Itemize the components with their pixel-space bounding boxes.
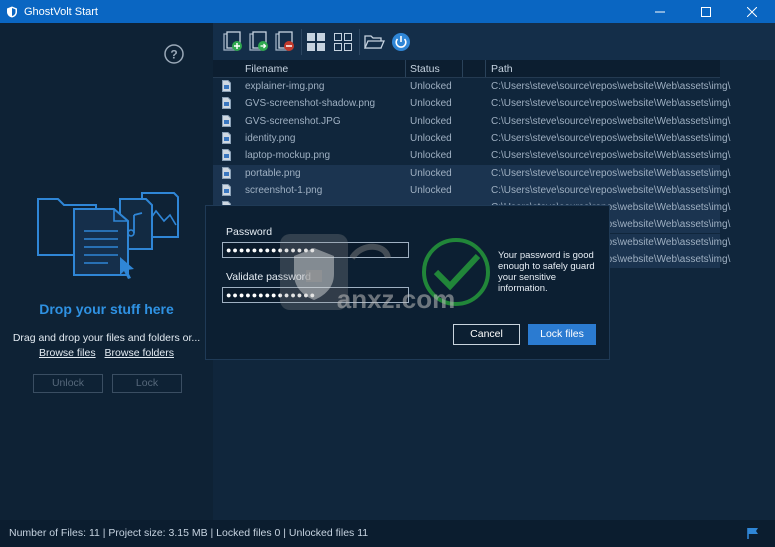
window-title: GhostVolt Start	[24, 5, 98, 18]
flag-icon[interactable]	[747, 527, 759, 539]
maximize-icon	[701, 6, 711, 17]
file-path: C:\Users\steve\source\repos\website\Web\…	[491, 150, 731, 162]
add-folder-icon[interactable]	[248, 31, 270, 53]
close-icon	[747, 6, 757, 17]
browse-folders-link[interactable]: Browse folders	[105, 347, 174, 359]
toolbar-separator	[359, 29, 360, 55]
small-grid-icon[interactable]	[332, 31, 354, 53]
column-divider[interactable]	[462, 60, 463, 77]
file-icon	[222, 166, 231, 179]
watermark: anxz.com	[280, 234, 490, 313]
browse-links: Browse files Browse folders	[0, 347, 213, 359]
file-name: GVS-screenshot-shadow.png	[245, 98, 376, 110]
minimize-button[interactable]	[637, 0, 683, 23]
add-files-icon[interactable]	[222, 31, 244, 53]
toolbar-separator	[301, 29, 302, 55]
file-status: Unlocked	[410, 167, 452, 179]
ghostvolt-logo-icon	[7, 6, 17, 17]
close-button[interactable]	[729, 0, 775, 23]
power-icon[interactable]	[390, 31, 412, 53]
drop-description: Drag and drop your files and folders or.…	[12, 332, 201, 344]
status-bar: Number of Files: 11 | Project size: 3.15…	[0, 520, 775, 547]
table-row[interactable]: explainer-img.png Unlocked C:\Users\steve\…	[213, 78, 730, 95]
file-status: Unlocked	[410, 150, 452, 162]
unlock-button[interactable]: Unlock	[33, 374, 103, 393]
drop-panel[interactable]: ? Drop your stuff here Drag and drop you…	[0, 23, 213, 520]
file-list-header: Filename Status Path	[213, 60, 720, 78]
status-text: Number of Files: 11 | Project size: 3.15…	[9, 527, 369, 539]
file-icon	[222, 131, 231, 144]
file-path: C:\Users\steve\source\repos\website\Web\…	[491, 98, 731, 110]
column-status[interactable]: Status	[410, 63, 440, 75]
file-name: explainer-img.png	[245, 81, 325, 92]
large-grid-icon[interactable]	[305, 31, 327, 53]
watermark-text: anxz.com	[337, 284, 456, 313]
file-icon	[222, 149, 231, 162]
file-path: C:\Users\steve\source\repos\website\Web\…	[491, 132, 731, 144]
column-divider[interactable]	[485, 60, 486, 77]
cancel-button[interactable]: Cancel	[453, 324, 520, 345]
file-status: Unlocked	[410, 98, 452, 110]
table-row[interactable]: identity.png Unlocked C:\Users\steve\sourc…	[213, 130, 730, 147]
column-path[interactable]: Path	[491, 63, 513, 75]
open-folder-icon[interactable]	[363, 31, 385, 53]
remove-icon[interactable]	[274, 31, 296, 53]
file-path: C:\Users\steve\source\repos\website\Web\…	[491, 167, 731, 179]
title-bar: GhostVolt Start	[0, 0, 775, 23]
file-name: screenshot-1.png	[245, 184, 323, 196]
file-icon	[222, 80, 231, 92]
password-label: Password	[226, 226, 273, 238]
column-divider[interactable]	[405, 60, 406, 77]
file-status: Unlocked	[410, 81, 452, 92]
file-path: C:\Users\steve\source\repos\website\Web\…	[491, 81, 731, 92]
help-circle-icon[interactable]: ?	[164, 44, 184, 64]
file-name: laptop-mockup.png	[245, 150, 331, 162]
maximize-button[interactable]	[683, 0, 729, 23]
file-icon	[222, 97, 231, 110]
file-name: identity.png	[245, 132, 296, 144]
drop-title: Drop your stuff here	[39, 301, 174, 317]
toolbar	[213, 23, 775, 60]
file-status: Unlocked	[410, 115, 452, 127]
file-name: GVS-screenshot.JPG	[245, 115, 341, 127]
file-icon	[222, 114, 231, 127]
browse-files-link[interactable]: Browse files	[39, 347, 96, 359]
drop-files-illustration-icon	[37, 192, 179, 279]
table-row[interactable]: screenshot-1.png Unlocked C:\Users\steve\s…	[213, 181, 730, 199]
file-path: C:\Users\steve\source\repos\website\Web\…	[491, 115, 731, 127]
lock-button[interactable]: Lock	[112, 374, 182, 393]
file-name: portable.png	[245, 167, 301, 179]
file-status: Unlocked	[410, 132, 452, 144]
file-path: C:\Users\steve\source\repos\website\Web\…	[491, 184, 731, 196]
lock-files-button[interactable]: Lock files	[528, 324, 596, 345]
table-row[interactable]: GVS-screenshot.JPG Unlocked C:\Users\steve…	[213, 113, 730, 130]
table-row[interactable]: GVS-screenshot-shadow.png Unlocked C:\User…	[213, 95, 730, 112]
table-row[interactable]: portable.png Unlocked C:\Users\steve\sourc…	[213, 164, 730, 182]
file-status: Unlocked	[410, 184, 452, 196]
table-row[interactable]: laptop-mockup.png Unlocked C:\Users\steve\…	[213, 147, 730, 164]
password-strength-message: Your password is good enough to safely g…	[498, 250, 595, 294]
minimize-icon	[655, 11, 665, 12]
column-filename[interactable]: Filename	[245, 63, 288, 75]
svg-text:?: ?	[170, 48, 177, 62]
file-icon	[222, 183, 231, 196]
